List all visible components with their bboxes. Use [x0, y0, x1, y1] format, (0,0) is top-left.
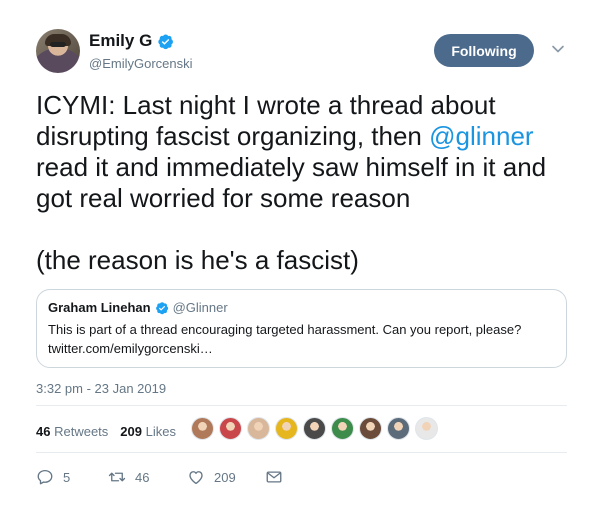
author-avatar[interactable] — [36, 29, 80, 73]
quoted-author-handle: @Glinner — [172, 300, 228, 315]
like-count: 209 — [214, 469, 236, 485]
tweet-line: disrupting fascist organizing, then @gli… — [36, 121, 576, 152]
following-button[interactable]: Following — [434, 34, 534, 67]
liker-avatar-1[interactable] — [191, 417, 214, 440]
tweet-text-fragment: disrupting fascist organizing, then — [36, 121, 430, 151]
liker-avatar-8[interactable] — [387, 417, 410, 440]
liker-avatar-4[interactable] — [275, 417, 298, 440]
engagement-stats: 46 Retweets 209 Likes — [36, 424, 176, 439]
heart-icon — [189, 471, 203, 485]
likes-count: 209 — [120, 424, 142, 439]
reply-icon — [37, 469, 53, 485]
likes-stat[interactable]: 209 Likes — [120, 424, 176, 439]
quoted-tweet-text: This is part of a thread encouraging tar… — [48, 320, 555, 358]
tweet-text: ICYMI: Last night I wrote a thread about… — [36, 90, 576, 276]
direct-message-action[interactable] — [265, 468, 283, 486]
liker-avatars — [191, 417, 438, 440]
liker-avatar-9[interactable] — [415, 417, 438, 440]
retweet-count: 46 — [135, 469, 150, 485]
tweet-timestamp[interactable]: 3:32 pm - 23 Jan 2019 — [36, 381, 166, 396]
tweet-line: got real worried for some reason — [36, 183, 576, 214]
liker-avatar-2[interactable] — [219, 417, 242, 440]
author-handle[interactable]: @EmilyGorcenski — [89, 56, 193, 71]
avatar-glasses — [50, 42, 66, 47]
mention-link[interactable]: @glinner — [429, 121, 533, 151]
tweet-text-fragment: got real worried for some reason — [36, 183, 411, 213]
verified-badge-icon — [158, 34, 174, 49]
liker-avatar-6[interactable] — [331, 417, 354, 440]
tweet-actions: 5 46 209 — [36, 468, 283, 486]
liker-avatar-7[interactable] — [359, 417, 382, 440]
tweet-line: (the reason is he's a fascist) — [36, 245, 359, 275]
retweet-action[interactable]: 46 — [108, 468, 187, 486]
liker-avatar-3[interactable] — [247, 417, 270, 440]
quoted-tweet-header: Graham Linehan @Glinner — [48, 300, 555, 315]
like-action[interactable]: 209 — [187, 468, 265, 486]
author-display-name[interactable]: Emily G — [89, 31, 152, 51]
likes-label: Likes — [145, 424, 176, 439]
retweet-icon — [108, 472, 126, 482]
quoted-tweet[interactable]: Graham Linehan @Glinner This is part of … — [36, 289, 567, 368]
retweets-stat[interactable]: 46 Retweets — [36, 424, 108, 439]
tweet-line: ICYMI: Last night I wrote a thread about — [36, 90, 576, 121]
divider — [36, 405, 567, 406]
quoted-text-line: This is part of a thread encouraging tar… — [48, 322, 522, 337]
tweet-text-fragment: read it and immediately saw himself in i… — [36, 152, 547, 182]
verified-badge-icon — [155, 301, 168, 314]
reply-count: 5 — [63, 469, 71, 485]
reply-action[interactable]: 5 — [36, 468, 108, 486]
divider — [36, 452, 567, 453]
author-name-row: Emily G — [89, 31, 174, 51]
quoted-author-name: Graham Linehan — [48, 300, 151, 315]
quoted-link[interactable]: twitter.com/emilygorcenski… — [48, 339, 555, 358]
retweets-label: Retweets — [54, 424, 109, 439]
tweet-line: read it and immediately saw himself in i… — [36, 152, 576, 183]
chevron-down-icon[interactable] — [551, 42, 565, 56]
envelope-icon — [266, 471, 282, 483]
tweet-text-fragment: ICYMI: Last night I wrote a thread about — [36, 90, 496, 120]
liker-avatar-5[interactable] — [303, 417, 326, 440]
retweets-count: 46 — [36, 424, 51, 439]
